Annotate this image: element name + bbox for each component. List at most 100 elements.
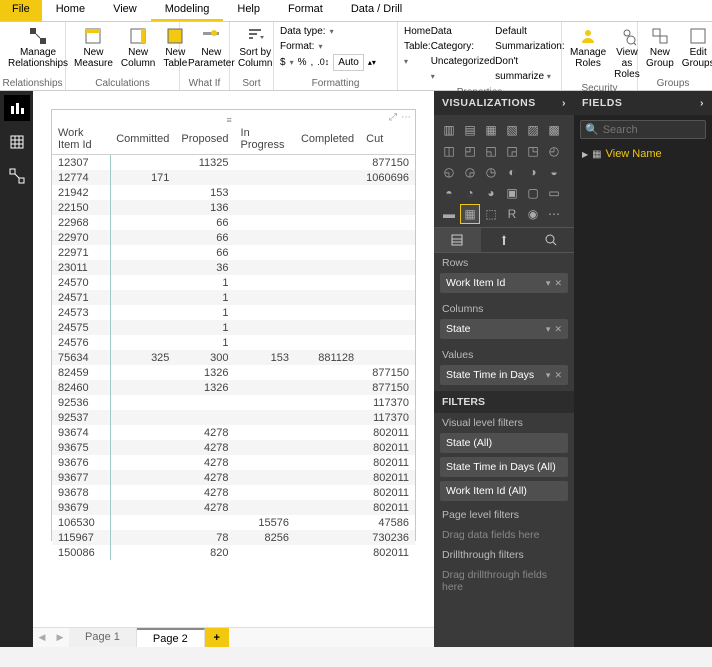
more-options-icon[interactable]: ⋯ xyxy=(401,112,411,123)
auto-value[interactable]: Auto xyxy=(333,54,364,71)
chevron-down-icon[interactable]: ▾ xyxy=(318,41,322,53)
table-row[interactable]: 824591326877150 xyxy=(52,365,415,380)
page-tab-1[interactable]: Page 1 xyxy=(69,628,137,647)
report-view-button[interactable] xyxy=(4,95,30,121)
table-row[interactable]: 245701 xyxy=(52,275,415,290)
table-row[interactable]: 245731 xyxy=(52,305,415,320)
comma-button[interactable]: , xyxy=(310,55,313,70)
table-row[interactable]: 245751 xyxy=(52,320,415,335)
table-row[interactable]: 936764278802011 xyxy=(52,455,415,470)
remove-icon[interactable]: ✕ xyxy=(554,324,562,335)
viz-type-icon[interactable]: ◓ xyxy=(440,184,458,202)
manage-relationships-button[interactable]: Manage Relationships xyxy=(4,24,72,71)
chevron-down-icon[interactable]: ▾ xyxy=(330,26,334,38)
drag-page-fields[interactable]: Drag data fields here xyxy=(434,525,574,545)
chevron-down-icon[interactable]: ▾ xyxy=(431,72,435,81)
table-row[interactable]: 245711 xyxy=(52,290,415,305)
viz-type-icon[interactable]: ◑ xyxy=(524,163,542,181)
table-row[interactable]: 21942153 xyxy=(52,185,415,200)
tab-modeling[interactable]: Modeling xyxy=(151,0,224,21)
viz-type-icon[interactable]: ◵ xyxy=(440,163,458,181)
table-row[interactable]: 936754278802011 xyxy=(52,440,415,455)
viz-type-icon[interactable]: ⋯ xyxy=(545,205,563,223)
viz-type-icon[interactable]: ◲ xyxy=(503,142,521,160)
data-view-button[interactable] xyxy=(4,129,30,155)
add-page-button[interactable]: + xyxy=(205,628,229,647)
table-row[interactable]: 150086820802011 xyxy=(52,545,415,560)
table-node-view-name[interactable]: ▶ ▦ View Name xyxy=(582,148,704,160)
table-row[interactable]: 2297166 xyxy=(52,245,415,260)
viz-type-icon[interactable]: ◱ xyxy=(482,142,500,160)
table-row[interactable]: 2297066 xyxy=(52,230,415,245)
tab-view[interactable]: View xyxy=(99,0,151,21)
page-prev-button[interactable]: ◀ xyxy=(33,628,51,647)
chevron-down-icon[interactable]: ▾ xyxy=(546,278,551,289)
viz-type-icon[interactable]: R xyxy=(503,205,521,223)
viz-type-icon[interactable]: ▦ xyxy=(461,205,479,223)
table-row[interactable]: 92536117370 xyxy=(52,395,415,410)
filter-state[interactable]: State (All) xyxy=(440,433,568,453)
currency-button[interactable]: $ xyxy=(280,55,286,70)
viz-type-icon[interactable]: ⬚ xyxy=(482,205,500,223)
viz-type-icon[interactable]: ◳ xyxy=(524,142,542,160)
tab-format[interactable]: Format xyxy=(274,0,337,21)
tab-data-drill[interactable]: Data / Drill xyxy=(337,0,416,21)
filter-state-time[interactable]: State Time in Days (All) xyxy=(440,457,568,477)
table-row[interactable]: 936744278802011 xyxy=(52,425,415,440)
viz-type-icon[interactable]: ▥ xyxy=(440,121,458,139)
sort-by-column-button[interactable]: Sort by Column xyxy=(234,24,276,71)
table-row[interactable]: 75634325300153881128 xyxy=(52,350,415,365)
tab-home[interactable]: Home xyxy=(42,0,99,21)
table-row[interactable]: 1065301557647586 xyxy=(52,515,415,530)
table-row[interactable]: 115967788256730236 xyxy=(52,530,415,545)
column-header[interactable]: Completed xyxy=(295,124,360,155)
viz-type-icon[interactable]: ◫ xyxy=(440,142,458,160)
fields-tab[interactable] xyxy=(434,228,481,252)
viz-type-icon[interactable]: ▩ xyxy=(545,121,563,139)
column-header[interactable]: Work Item Id xyxy=(52,124,110,155)
table-row[interactable]: 92537117370 xyxy=(52,410,415,425)
viz-type-icon[interactable]: ◐ xyxy=(503,163,521,181)
remove-icon[interactable]: ✕ xyxy=(554,370,562,381)
format-tab[interactable] xyxy=(481,228,528,252)
table-row[interactable]: 936784278802011 xyxy=(52,485,415,500)
viz-type-icon[interactable]: ▢ xyxy=(524,184,542,202)
table-row[interactable]: 936794278802011 xyxy=(52,500,415,515)
table-row[interactable]: 1230711325877150 xyxy=(52,155,415,171)
fields-pane-header[interactable]: FIELDS › xyxy=(574,91,712,115)
chevron-down-icon[interactable]: ▾ xyxy=(546,370,551,381)
stepper-icon[interactable]: ▴▾ xyxy=(368,57,376,69)
table-row[interactable]: 936774278802011 xyxy=(52,470,415,485)
viz-type-icon[interactable]: ◶ xyxy=(461,163,479,181)
chevron-right-icon[interactable]: › xyxy=(700,97,704,109)
values-field-well[interactable]: State Time in Days▾✕ xyxy=(440,365,568,385)
rows-field-well[interactable]: Work Item Id▾✕ xyxy=(440,273,568,293)
viz-pane-header[interactable]: VISUALIZATIONS › xyxy=(434,91,574,115)
file-tab[interactable]: File xyxy=(0,0,42,21)
viz-type-icon[interactable]: ▭ xyxy=(545,184,563,202)
chevron-down-icon[interactable]: ▾ xyxy=(547,72,551,81)
new-group-button[interactable]: New Group xyxy=(642,24,678,71)
column-header[interactable]: Committed xyxy=(110,124,175,155)
column-header[interactable]: Proposed xyxy=(175,124,234,155)
chevron-down-icon[interactable]: ▾ xyxy=(404,57,408,66)
percent-button[interactable]: % xyxy=(298,55,307,70)
viz-type-icon[interactable]: ◴ xyxy=(545,142,563,160)
table-row[interactable]: 824601326877150 xyxy=(52,380,415,395)
search-input[interactable] xyxy=(603,124,701,136)
report-canvas[interactable]: ≡ ⤢ ⋯ Work Item IdCommittedProposedIn Pr… xyxy=(33,91,434,627)
matrix-visual[interactable]: ≡ ⤢ ⋯ Work Item IdCommittedProposedIn Pr… xyxy=(51,109,416,541)
new-measure-button[interactable]: New Measure xyxy=(70,24,117,71)
viz-type-icon[interactable]: ▨ xyxy=(524,121,542,139)
columns-field-well[interactable]: State▾✕ xyxy=(440,319,568,339)
column-header[interactable]: In Progress xyxy=(235,124,295,155)
chevron-down-icon[interactable]: ▾ xyxy=(546,324,551,335)
viz-type-icon[interactable]: ◒ xyxy=(545,163,563,181)
decimals-icon[interactable]: .0↕ xyxy=(317,56,329,70)
viz-type-icon[interactable]: ◰ xyxy=(461,142,479,160)
table-row[interactable]: 22150136 xyxy=(52,200,415,215)
viz-type-icon[interactable]: ◕ xyxy=(482,184,500,202)
expand-icon[interactable]: ▶ xyxy=(582,150,588,159)
viz-type-icon[interactable]: ◉ xyxy=(524,205,542,223)
column-header[interactable]: Cut xyxy=(360,124,415,155)
